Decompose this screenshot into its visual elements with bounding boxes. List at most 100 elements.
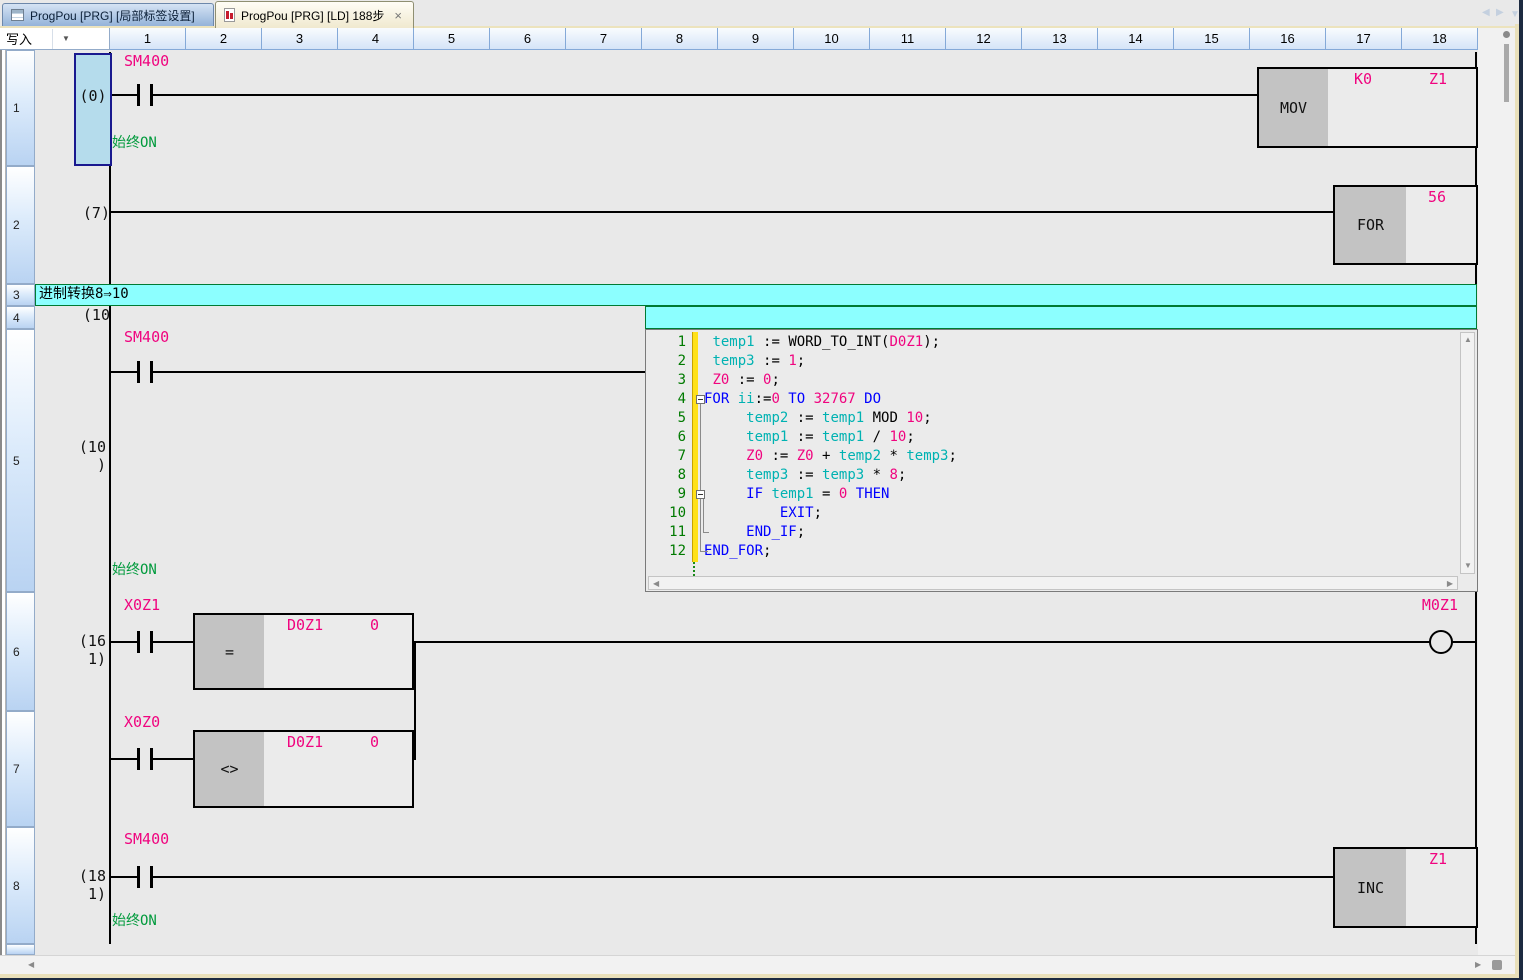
column-header-13: 13 [1022, 28, 1098, 50]
no-contact-x0z1[interactable] [133, 631, 159, 653]
column-header-5: 5 [414, 28, 490, 50]
st-line-number: 3 [648, 372, 686, 388]
st-vertical-scrollbar[interactable]: ▲ ▼ [1460, 332, 1475, 574]
tab-progpou-ladder[interactable]: ProgPou [PRG] [LD] 188步 × [215, 1, 414, 28]
operand: D0Z1 [287, 616, 323, 634]
column-header-17: 17 [1326, 28, 1402, 50]
step-number: ) [64, 456, 106, 474]
row-header-1[interactable]: 1 [6, 50, 35, 166]
fold-guide [703, 532, 709, 533]
output-coil[interactable] [1429, 630, 1453, 654]
device-label: SM400 [124, 830, 169, 848]
st-code-line[interactable]: END_FOR; [704, 543, 771, 559]
st-line-number: 11 [648, 524, 686, 540]
instruction-box-for[interactable]: FOR 56 [1333, 185, 1478, 265]
row-header-8[interactable]: 8 [6, 827, 35, 944]
no-contact-sm400[interactable] [133, 361, 159, 383]
line-statement[interactable]: 进制转换8⇒10 [35, 284, 1477, 306]
dropdown-icon[interactable]: ▼ [62, 34, 70, 43]
st-code-line[interactable]: EXIT; [704, 505, 822, 521]
fold-guide [703, 498, 704, 532]
column-header-2: 2 [186, 28, 262, 50]
st-line-number: 10 [648, 505, 686, 521]
horizontal-scrollbar[interactable]: ◀ ▶ [0, 955, 1523, 974]
inline-st-title-strip[interactable] [645, 306, 1477, 329]
column-header-1: 1 [110, 28, 186, 50]
st-code-line[interactable]: Z0 := Z0 + temp2 * temp3; [704, 448, 957, 464]
scroll-up-icon[interactable]: ▲ [1464, 336, 1472, 344]
compare-box-eq[interactable]: = D0Z1 0 [193, 613, 414, 690]
column-header-3: 3 [262, 28, 338, 50]
instruction-box-mov[interactable]: MOV K0 Z1 [1257, 67, 1478, 148]
device-label: M0Z1 [1418, 596, 1458, 614]
st-line-number: 4 [648, 391, 686, 407]
wire [110, 371, 646, 373]
tab-scroll-right-icon[interactable]: ▶ [1496, 7, 1504, 19]
st-code-line[interactable]: Z0 := 0; [704, 372, 780, 388]
window-frame [1519, 0, 1523, 980]
resize-grip[interactable] [1492, 960, 1502, 970]
st-code-line[interactable]: FOR ii:=0 TO 32767 DO [704, 391, 881, 407]
selected-cell[interactable]: (0) [74, 53, 112, 166]
column-header-7: 7 [566, 28, 642, 50]
no-contact-sm400[interactable] [133, 866, 159, 888]
column-header-6: 6 [490, 28, 566, 50]
scroll-left-icon[interactable]: ◀ [653, 580, 659, 588]
device-label: X0Z1 [124, 596, 160, 614]
mode-label: 写入 [6, 29, 32, 48]
fold-marker-icon[interactable] [696, 395, 705, 404]
operand: 56 [1428, 188, 1446, 206]
row-header-2[interactable]: 2 [6, 166, 35, 284]
column-header-16: 16 [1250, 28, 1326, 50]
tab-scroll-left-icon[interactable]: ◀ [1482, 7, 1490, 19]
st-code-line[interactable]: temp3 := 1; [704, 353, 805, 369]
wire [110, 876, 1334, 878]
scroll-right-icon[interactable]: ▶ [1447, 580, 1453, 588]
device-comment: 始终ON [112, 910, 157, 930]
instruction-name-cell: FOR [1335, 187, 1406, 263]
scrollbar-thumb[interactable] [1504, 44, 1509, 102]
operand: D0Z1 [287, 733, 323, 751]
st-line-number: 9 [648, 486, 686, 502]
instruction-box-inc[interactable]: INC Z1 [1333, 847, 1478, 928]
step-number: 1) [64, 650, 106, 668]
fold-marker-icon[interactable] [696, 490, 705, 499]
row-header-3[interactable]: 3 [6, 284, 35, 306]
st-code-line[interactable]: END_IF; [704, 524, 805, 540]
st-code-line[interactable]: temp1 := temp1 / 10; [704, 429, 915, 445]
column-header-4: 4 [338, 28, 414, 50]
st-code-line[interactable]: temp1 := WORD_TO_INT(D0Z1); [704, 334, 940, 350]
st-code-line[interactable]: temp2 := temp1 MOD 10; [704, 410, 932, 426]
row-header-5[interactable]: 5 [6, 329, 35, 592]
device-label: SM400 [124, 52, 169, 70]
mode-selector[interactable]: 写入 ▼ [0, 28, 110, 50]
scroll-right-icon[interactable]: ▶ [1475, 961, 1481, 969]
operand: K0 [1354, 70, 1372, 88]
row-header-6[interactable]: 6 [6, 592, 35, 711]
no-contact-sm400[interactable] [133, 84, 159, 106]
step-number: (18 [64, 867, 106, 885]
row-header-4[interactable]: 4 [6, 306, 35, 329]
device-comment: 始终ON [112, 132, 157, 152]
close-icon[interactable]: × [394, 9, 402, 22]
st-line-number: 1 [648, 334, 686, 350]
device-label: SM400 [124, 328, 169, 346]
compare-box-ne[interactable]: <> D0Z1 0 [193, 730, 414, 808]
st-horizontal-scrollbar[interactable]: ◀ ▶ [648, 576, 1458, 590]
st-code-line[interactable]: IF temp1 = 0 THEN [704, 486, 890, 502]
operand: 0 [370, 616, 379, 634]
inline-st-editor[interactable]: temp1 := WORD_TO_INT(D0Z1); temp3 := 1; … [645, 329, 1478, 592]
st-line-number: 6 [648, 429, 686, 445]
column-header-10: 10 [794, 28, 870, 50]
st-code-line[interactable]: temp3 := temp3 * 8; [704, 467, 906, 483]
column-header-18: 18 [1402, 28, 1478, 50]
branch-join-wire [414, 641, 416, 760]
tab-progpou-local-labels[interactable]: ProgPou [PRG] [局部标签设置] [2, 3, 214, 26]
step-number: (16 [64, 632, 106, 650]
no-contact-x0z0[interactable] [133, 748, 159, 770]
scroll-left-icon[interactable]: ◀ [28, 961, 34, 969]
instruction-name-cell: MOV [1259, 69, 1328, 146]
st-line-number: 8 [648, 467, 686, 483]
row-header-7[interactable]: 7 [6, 711, 35, 827]
scroll-down-icon[interactable]: ▼ [1464, 562, 1472, 570]
